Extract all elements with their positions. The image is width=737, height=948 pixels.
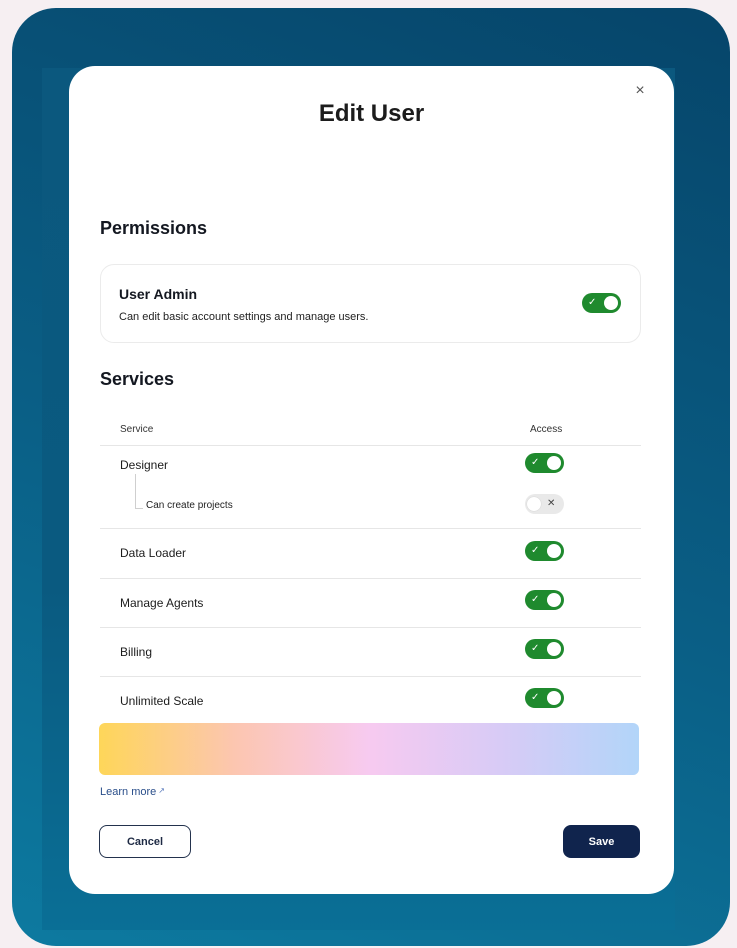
unlimited-scale-toggle[interactable]: ✓ [525,688,564,708]
billing-toggle[interactable]: ✓ [525,639,564,659]
user-admin-name: User Admin [119,286,198,302]
service-data-loader-label: Data Loader [120,546,187,560]
check-icon: ✓ [531,594,540,605]
divider [100,578,641,579]
check-icon: ✓ [531,692,540,703]
service-can-create-projects-label: Can create projects [146,500,233,511]
toggle-knob [527,497,541,511]
service-unlimited-scale-label: Unlimited Scale [120,694,204,708]
dialog-title: Edit User [318,100,425,127]
service-designer-label: Designer [120,458,169,472]
user-admin-card: User Admin Can edit basic account settin… [100,264,641,343]
toggle-knob [547,456,561,470]
gradient-banner [99,723,639,775]
toggle-knob [547,642,561,656]
toggle-knob [547,593,561,607]
data-loader-toggle[interactable]: ✓ [525,541,564,561]
service-manage-agents-label: Manage Agents [120,596,204,610]
user-admin-description: Can edit basic account settings and mana… [119,311,369,323]
check-icon: ✓ [588,297,597,308]
learn-more-link[interactable]: Learn more ↗ [100,786,165,798]
check-icon: ✓ [531,643,540,654]
divider [100,627,641,628]
designer-toggle[interactable]: ✓ [525,453,564,473]
external-link-icon: ↗ [158,786,165,795]
learn-more-label: Learn more [100,786,157,798]
save-button[interactable]: Save [563,825,640,858]
check-icon: ✓ [531,457,540,468]
services-heading: Services [100,369,175,389]
column-header-access: Access [530,424,563,435]
service-billing-label: Billing [120,645,153,659]
column-header-service: Service [120,424,154,435]
divider [100,528,641,529]
cancel-button[interactable]: Cancel [99,825,191,858]
toggle-knob [547,691,561,705]
can-create-projects-toggle[interactable]: ✕ [525,494,564,514]
manage-agents-toggle[interactable]: ✓ [525,590,564,610]
divider [100,676,641,677]
divider [100,445,641,446]
tree-connector [135,508,143,509]
user-admin-toggle[interactable]: ✓ [582,293,621,313]
permissions-heading: Permissions [100,218,208,238]
check-icon: ✓ [531,545,540,556]
x-icon: ✕ [547,498,556,509]
toggle-knob [547,544,561,558]
close-icon[interactable]: × [630,82,650,102]
tree-connector [135,474,136,508]
toggle-knob [604,296,618,310]
